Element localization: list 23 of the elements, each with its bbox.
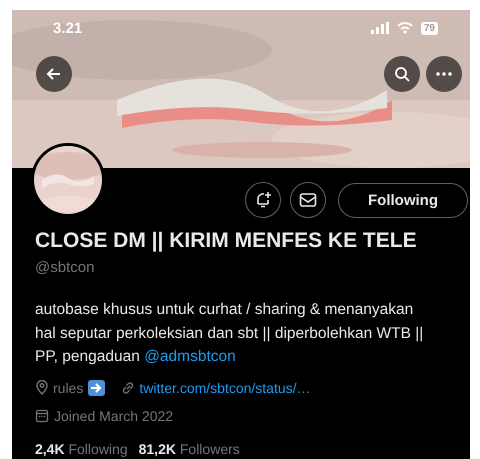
joined-date: Joined March 2022	[54, 408, 174, 424]
message-button[interactable]	[290, 182, 326, 218]
wifi-icon	[396, 22, 413, 34]
link-icon	[121, 380, 136, 394]
profile-bio: autobase khusus untuk curhat / sharing & menanyakan hal seputar perkoleksian dan sbt || diperbolehkan WTB || PP, pengaduan @admsbtcon	[35, 300, 424, 367]
envelope-icon	[299, 192, 317, 208]
calendar-icon	[35, 408, 49, 422]
profile-name: CLOSE DM || KIRIM MENFES KE TELE	[35, 229, 417, 253]
stat-link[interactable]: 81,2K Followers	[138, 440, 240, 456]
location-text: rules	[53, 380, 84, 396]
status-time: 3.21	[53, 20, 84, 36]
more-icon	[436, 72, 452, 76]
stat-link[interactable]: 2,4K Following	[35, 440, 128, 456]
signal-icon	[370, 22, 389, 34]
following-button[interactable]: Following	[338, 182, 468, 218]
search-icon	[394, 66, 410, 82]
back-arrow-icon	[46, 66, 62, 82]
notification-bell-button[interactable]	[245, 182, 281, 218]
profile-handle: @sbtcon	[35, 259, 94, 276]
website-link[interactable]: twitter.com/sbtcon/status/…	[139, 380, 311, 396]
mention-link[interactable]: @admsbtcon	[144, 348, 236, 365]
bell-plus-icon	[254, 191, 272, 209]
location-pin-icon	[35, 380, 49, 395]
